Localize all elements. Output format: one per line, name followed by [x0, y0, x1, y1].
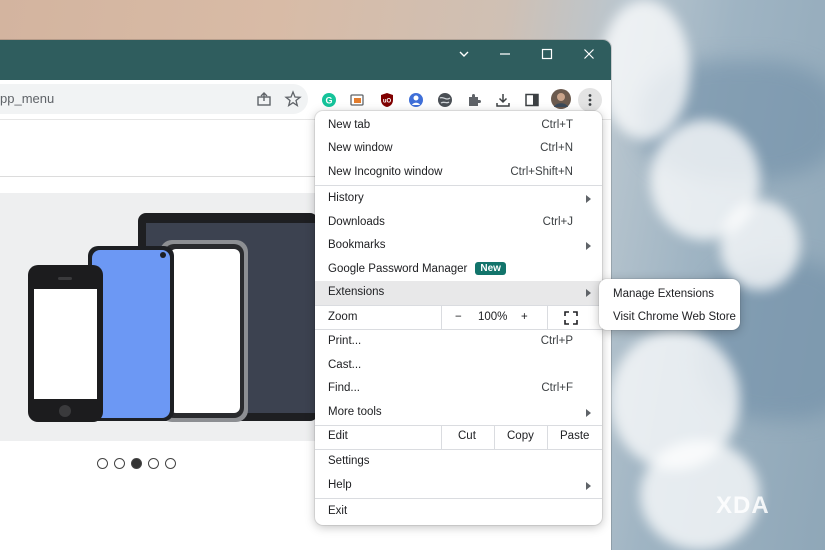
carousel-dots	[97, 458, 176, 469]
close-icon	[584, 49, 594, 59]
screenshot-extension-icon[interactable]	[348, 91, 366, 109]
carousel-dot[interactable]	[148, 458, 159, 469]
page-header	[0, 120, 318, 177]
carousel-dot[interactable]	[165, 458, 176, 469]
edit-divider	[441, 425, 442, 449]
menu-item-extensions[interactable]: Extensions	[315, 281, 602, 305]
zoom-out-button[interactable]: −	[455, 311, 462, 323]
menu-item-manage-extensions[interactable]: Manage Extensions	[613, 288, 714, 300]
edit-divider	[494, 425, 495, 449]
minimize-icon	[500, 53, 510, 55]
maximize-button[interactable]	[526, 40, 568, 68]
menu-button[interactable]	[578, 88, 602, 112]
carousel-dot-active[interactable]	[131, 458, 142, 469]
menu-item-history[interactable]: History	[315, 187, 602, 211]
extensions-submenu: Manage Extensions Visit Chrome Web Store	[599, 279, 740, 330]
carousel-dot[interactable]	[97, 458, 108, 469]
menu-item-new-window[interactable]: New window Ctrl+N	[315, 137, 602, 161]
menu-item-new-incognito[interactable]: New Incognito window Ctrl+Shift+N	[315, 161, 602, 185]
title-bar	[0, 40, 611, 80]
xda-watermark: XDA	[716, 492, 770, 519]
devices-illustration	[28, 213, 318, 422]
close-button[interactable]	[568, 40, 610, 68]
cut-button[interactable]: Cut	[458, 430, 476, 442]
new-badge: New	[475, 262, 506, 275]
password-manager-label: Google Password Manager	[328, 263, 468, 275]
submenu-arrow-icon	[586, 289, 591, 297]
svg-text:uO: uO	[383, 99, 392, 105]
menu-item-new-tab[interactable]: New tab Ctrl+T	[315, 114, 602, 138]
paste-button[interactable]: Paste	[560, 430, 589, 442]
grammarly-extension-icon[interactable]: G	[320, 91, 338, 109]
bookmark-star-icon[interactable]	[284, 90, 302, 108]
menu-item-help[interactable]: Help	[315, 474, 602, 498]
menu-row-edit: Edit Cut Copy Paste	[328, 430, 590, 442]
menu-separator	[315, 498, 602, 499]
minimize-button[interactable]	[484, 40, 526, 68]
address-bar[interactable]: pp_menu	[0, 84, 308, 114]
extensions-puzzle-icon[interactable]	[465, 91, 483, 109]
tab-search-button[interactable]	[443, 40, 485, 68]
chevron-down-icon	[459, 51, 469, 57]
submenu-arrow-icon	[586, 242, 591, 250]
maximize-icon	[541, 48, 553, 60]
menu-item-more-tools[interactable]: More tools	[315, 401, 602, 425]
address-bar-text: pp_menu	[0, 91, 55, 106]
download-icon[interactable]	[494, 91, 512, 109]
edit-divider	[547, 425, 548, 449]
share-icon[interactable]	[255, 90, 273, 108]
zoom-divider	[441, 306, 442, 330]
chrome-main-menu: New tab Ctrl+T New window Ctrl+N New Inc…	[315, 111, 602, 525]
menu-item-find[interactable]: Find... Ctrl+F	[315, 377, 602, 401]
carousel-slide	[0, 193, 318, 441]
menu-item-visit-web-store[interactable]: Visit Chrome Web Store	[613, 311, 736, 323]
zoom-level: 100%	[478, 311, 508, 323]
menu-item-settings[interactable]: Settings	[315, 450, 602, 474]
menu-item-password-manager[interactable]: Google Password Manager New	[315, 258, 602, 282]
zoom-divider	[547, 306, 548, 330]
vpn-extension-icon[interactable]	[407, 91, 425, 109]
kebab-menu-icon	[588, 94, 592, 106]
submenu-arrow-icon	[586, 409, 591, 417]
zoom-in-button[interactable]: +	[521, 311, 528, 323]
ublock-extension-icon[interactable]: uO	[378, 91, 396, 109]
fullscreen-icon[interactable]	[564, 311, 578, 325]
menu-separator	[315, 185, 602, 186]
menu-item-print[interactable]: Print... Ctrl+P	[315, 330, 602, 354]
submenu-arrow-icon	[586, 195, 591, 203]
carousel-dot[interactable]	[114, 458, 125, 469]
svg-text:G: G	[325, 96, 332, 106]
menu-row-zoom: Zoom − 100% +	[315, 306, 602, 330]
submenu-arrow-icon	[586, 482, 591, 490]
menu-item-cast[interactable]: Cast...	[315, 354, 602, 378]
copy-button[interactable]: Copy	[507, 430, 534, 442]
side-panel-icon[interactable]	[523, 91, 541, 109]
menu-item-downloads[interactable]: Downloads Ctrl+J	[315, 211, 602, 235]
globe-extension-icon[interactable]	[436, 91, 454, 109]
menu-item-bookmarks[interactable]: Bookmarks	[315, 234, 602, 258]
menu-item-exit[interactable]: Exit	[315, 500, 602, 524]
profile-avatar[interactable]	[551, 89, 571, 109]
